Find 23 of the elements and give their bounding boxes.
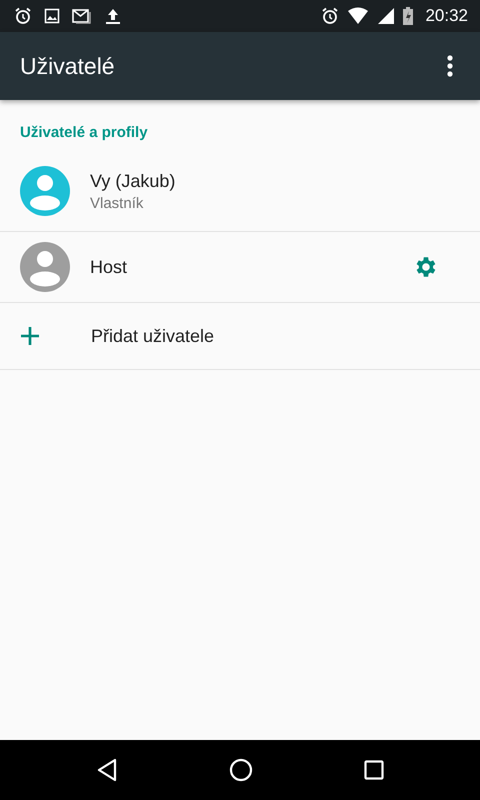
user-name: Host — [90, 256, 128, 278]
user-name: Vy (Jakub) — [90, 170, 176, 192]
more-options-icon[interactable] — [446, 55, 454, 77]
wifi-icon — [347, 7, 370, 25]
section-header: Uživatelé a profily — [19, 123, 149, 143]
alarm-icon — [14, 7, 32, 25]
back-icon[interactable] — [96, 758, 118, 782]
alarm-icon — [321, 7, 340, 25]
clock-time: 20:32 — [425, 6, 468, 26]
signal-icon — [377, 7, 396, 25]
recent-apps-icon[interactable] — [364, 760, 384, 780]
user-row[interactable]: Host — [0, 232, 480, 303]
user-role: Vlastník — [90, 194, 144, 212]
battery-icon — [403, 7, 414, 25]
plus-icon — [20, 326, 40, 346]
mail-icon — [72, 8, 92, 24]
home-icon[interactable] — [228, 758, 253, 782]
image-icon — [44, 8, 60, 24]
upload-icon — [104, 7, 122, 25]
screen-title: Uživatelé — [20, 52, 115, 80]
user-row[interactable]: Vy (Jakub) Vlastník — [0, 151, 480, 232]
add-user-label: Přidat uživatele — [91, 326, 214, 346]
add-user-row[interactable]: Přidat uživatele — [0, 303, 480, 370]
